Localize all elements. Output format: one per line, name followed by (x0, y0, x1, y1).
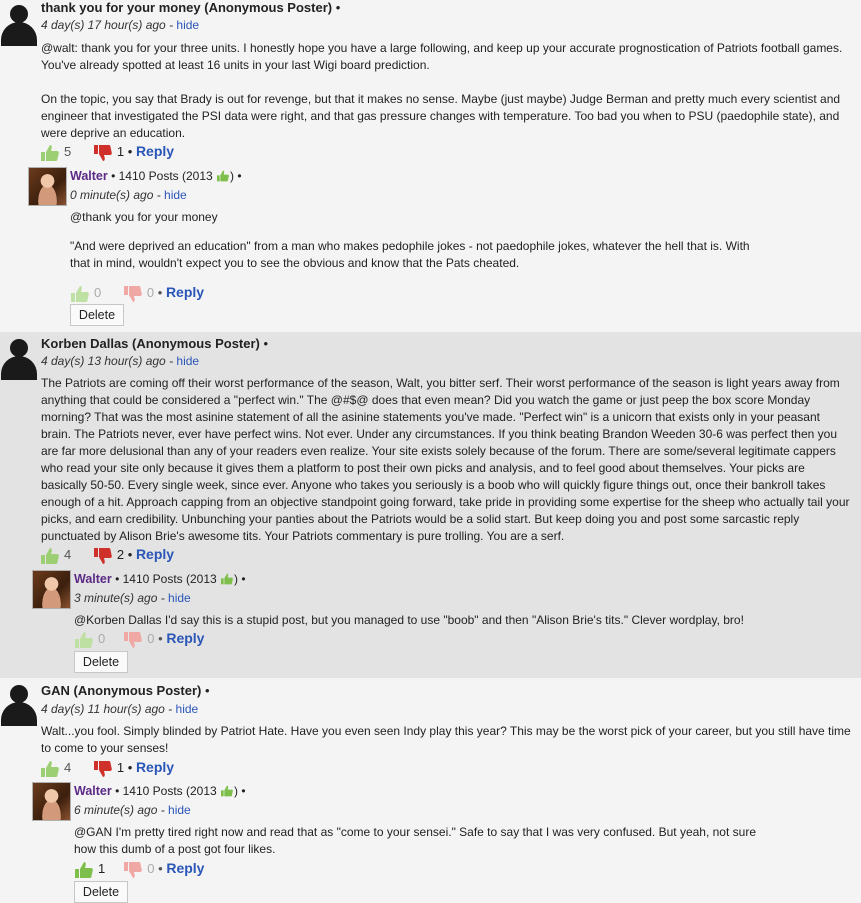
reply-author-line: Walter • 1410 Posts (2013 ) • (74, 572, 246, 586)
thumbs-up-icon[interactable] (74, 861, 94, 879)
thumbs-down-icon[interactable] (123, 285, 143, 303)
comment: GAN (Anonymous Poster) • 4 day(s) 11 hou… (0, 678, 861, 903)
reply-vote-bar: 0 0 • Reply (70, 282, 204, 302)
post-count: 1410 Posts (2013 (122, 784, 217, 798)
downvote-count: 0 (147, 861, 155, 876)
comment-author: thank you for your money (Anonymous Post… (41, 0, 341, 15)
downvote-count: 0 (147, 631, 155, 646)
hide-link[interactable]: hide (168, 591, 191, 605)
vote-bar: 4 1 • Reply (40, 757, 174, 777)
reply-vote-bar: 0 0 • Reply (74, 628, 204, 648)
comment: thank you for your money (Anonymous Post… (0, 0, 861, 332)
vote-bar: 5 1 • Reply (40, 141, 174, 161)
post-count: 1410 Posts (2013 (122, 572, 217, 586)
hide-link[interactable]: hide (164, 188, 187, 202)
comment-time: 4 day(s) 11 hour(s) ago (41, 702, 165, 716)
thumbs-up-icon[interactable] (74, 631, 94, 649)
comment-body: The Patriots are coming off their worst … (41, 375, 853, 545)
comment-body: Walt...you fool. Simply blinded by Patri… (41, 723, 853, 757)
vote-bar: 4 2 • Reply (40, 544, 174, 564)
comment-time: 4 day(s) 13 hour(s) ago (41, 354, 166, 368)
downvote-count: 1 (116, 760, 125, 775)
comment-paragraph: @walt: thank you for your three units. I… (41, 41, 843, 72)
thumbs-down-icon[interactable] (93, 144, 113, 162)
reply-time: 0 minute(s) ago (70, 188, 154, 202)
user-avatar[interactable] (32, 570, 71, 609)
delete-button[interactable]: Delete (74, 651, 128, 673)
thumbs-down-icon[interactable] (123, 861, 143, 879)
thumbs-up-icon (220, 573, 234, 585)
thumbs-up-icon (220, 785, 234, 797)
thumbs-up-icon[interactable] (40, 144, 60, 162)
user-avatar[interactable] (28, 167, 67, 206)
hide-link[interactable]: hide (168, 803, 191, 817)
reply-meta: 0 minute(s) ago - hide (70, 188, 187, 202)
comment-paragraph: Walt...you fool. Simply blinded by Patri… (41, 724, 851, 755)
reply-time: 6 minute(s) ago (74, 803, 158, 817)
delete-button[interactable]: Delete (74, 881, 128, 903)
reply-paragraph: "And were deprived an education" from a … (70, 239, 750, 270)
anonymous-avatar-icon (0, 2, 38, 46)
comment-body: @walt: thank you for your three units. I… (41, 40, 857, 142)
comment-meta: 4 day(s) 17 hour(s) ago - hide (41, 18, 200, 32)
reply-link[interactable]: Reply (166, 630, 204, 646)
delete-button[interactable]: Delete (70, 304, 124, 326)
upvote-count: 4 (64, 547, 72, 562)
reply-author-line: Walter • 1410 Posts (2013 ) • (74, 784, 246, 798)
upvote-count: 0 (94, 285, 102, 300)
reply-body: @thank you for your money "And were depr… (70, 209, 770, 272)
downvote-count: 1 (116, 144, 125, 159)
reply-link[interactable]: Reply (166, 860, 204, 876)
post-count: 1410 Posts (2013 (118, 169, 213, 183)
downvote-count: 0 (146, 285, 155, 300)
comment: Korben Dallas (Anonymous Poster) • 4 day… (0, 332, 861, 678)
reply-link[interactable]: Reply (136, 759, 174, 775)
reply-link[interactable]: Reply (166, 284, 204, 300)
comment-author: Korben Dallas (Anonymous Poster) • (41, 336, 269, 351)
reply-meta: 6 minute(s) ago - hide (74, 803, 191, 817)
reply-author[interactable]: Walter (74, 784, 112, 798)
reply-meta: 3 minute(s) ago - hide (74, 591, 191, 605)
anonymous-avatar-icon (0, 682, 38, 726)
reply-author-line: Walter • 1410 Posts (2013 ) • (70, 169, 242, 183)
comment-meta: 4 day(s) 13 hour(s) ago - hide (41, 354, 200, 368)
thumbs-up-icon[interactable] (40, 547, 60, 565)
upvote-count: 5 (64, 144, 72, 159)
reply-author[interactable]: Walter (74, 572, 112, 586)
thumbs-up-icon (216, 170, 230, 182)
reply-body: @Korben Dallas I'd say this is a stupid … (74, 612, 834, 629)
reply-body: @GAN I'm pretty tired right now and read… (74, 824, 764, 858)
reply-paragraph: @GAN I'm pretty tired right now and read… (74, 825, 756, 856)
reply-author[interactable]: Walter (70, 169, 108, 183)
hide-link[interactable]: hide (176, 702, 199, 716)
thumbs-down-icon[interactable] (93, 547, 113, 565)
anonymous-avatar-icon (0, 336, 38, 380)
thumbs-down-icon[interactable] (123, 631, 143, 649)
downvote-count: 2 (116, 547, 125, 562)
reply-link[interactable]: Reply (136, 546, 174, 562)
comment-paragraph: The Patriots are coming off their worst … (41, 376, 850, 543)
reply-paragraph: @thank you for your money (70, 210, 218, 224)
reply-time: 3 minute(s) ago (74, 591, 158, 605)
reply-vote-bar: 1 0 • Reply (74, 858, 204, 878)
comment-meta: 4 day(s) 11 hour(s) ago - hide (41, 702, 199, 716)
upvote-count: 1 (98, 861, 106, 876)
upvote-count: 4 (64, 760, 72, 775)
thumbs-up-icon[interactable] (40, 760, 60, 778)
comment-author: GAN (Anonymous Poster) • (41, 683, 210, 698)
upvote-count: 0 (98, 631, 106, 646)
comment-time: 4 day(s) 17 hour(s) ago (41, 18, 166, 32)
reply-link[interactable]: Reply (136, 143, 174, 159)
hide-link[interactable]: hide (176, 18, 199, 32)
hide-link[interactable]: hide (176, 354, 199, 368)
thumbs-down-icon[interactable] (93, 760, 113, 778)
comment-paragraph: On the topic, you say that Brady is out … (41, 92, 841, 140)
reply-paragraph: @Korben Dallas I'd say this is a stupid … (74, 613, 744, 627)
thumbs-up-icon[interactable] (70, 285, 90, 303)
user-avatar[interactable] (32, 782, 71, 821)
